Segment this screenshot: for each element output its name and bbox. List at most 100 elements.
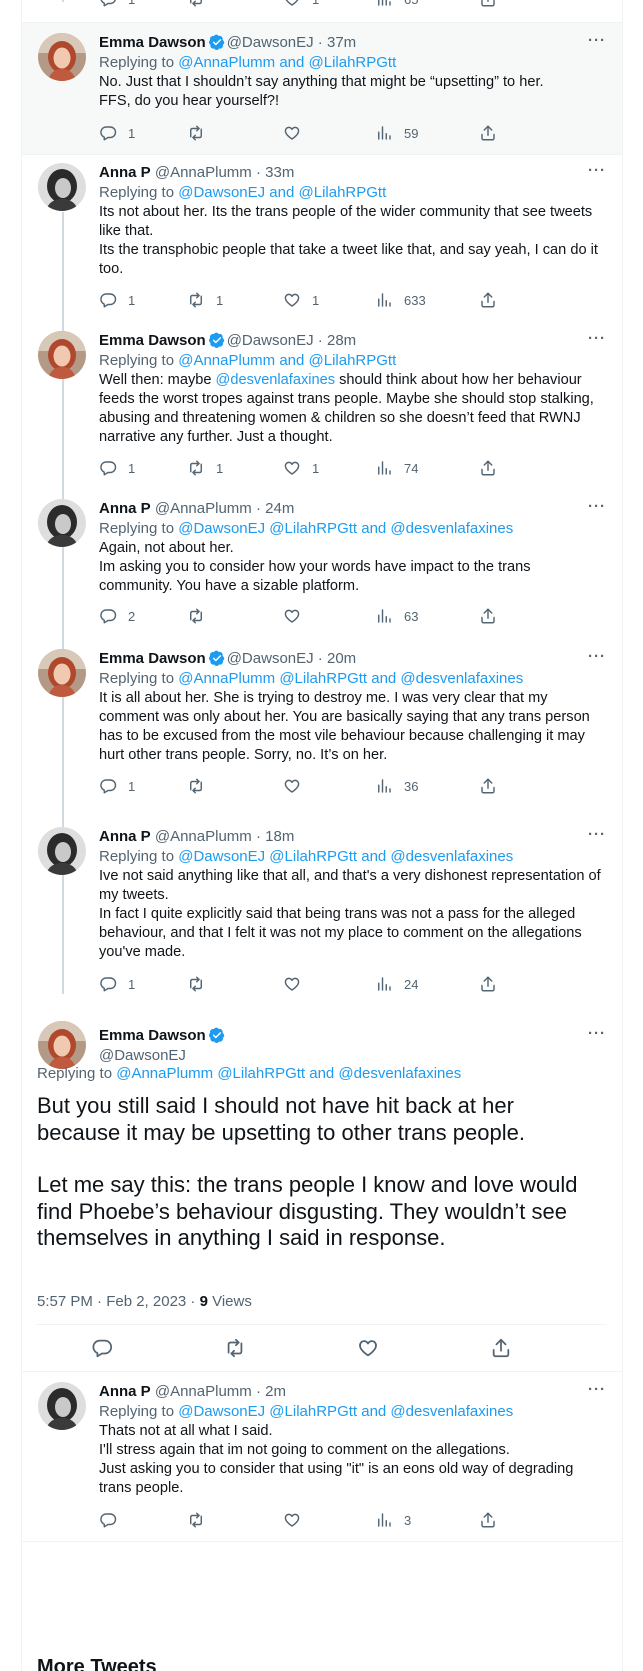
avatar[interactable]: [38, 163, 86, 211]
retweet-button[interactable]: [187, 1509, 205, 1531]
more-options-icon[interactable]: ···: [586, 31, 608, 51]
retweet-button[interactable]: 1: [187, 289, 223, 311]
retweet-button[interactable]: [187, 122, 216, 144]
display-name[interactable]: Emma Dawson: [99, 650, 206, 667]
more-options-icon[interactable]: ···: [586, 497, 608, 517]
share-button[interactable]: [479, 775, 497, 797]
reply-mentions-link[interactable]: @DawsonEJ @LilahRPGtt and @desvenlafaxin…: [178, 848, 513, 865]
handle[interactable]: @DawsonEJ: [99, 1047, 186, 1064]
reply-mentions-link[interactable]: @AnnaPlumm @LilahRPGtt and @desvenlafaxi…: [116, 1065, 461, 1082]
views-button[interactable]: 24: [375, 973, 418, 995]
share-button[interactable]: [479, 122, 497, 144]
like-button[interactable]: [283, 775, 312, 797]
tweet[interactable]: Anna P @AnnaPlumm · 24m ··· Replying to …: [22, 491, 622, 639]
retweet-button[interactable]: [224, 1337, 246, 1364]
reply-button[interactable]: 1: [99, 775, 135, 797]
handle[interactable]: @AnnaPlumm: [155, 500, 252, 517]
reply-button[interactable]: 2: [99, 605, 135, 627]
views-button[interactable]: 36: [375, 775, 418, 797]
views-button[interactable]: 65: [375, 0, 418, 10]
share-button[interactable]: [490, 1337, 512, 1364]
timestamp[interactable]: 18m: [265, 828, 294, 845]
reply-mentions-link[interactable]: @DawsonEJ @LilahRPGtt and @desvenlafaxin…: [178, 1403, 513, 1420]
tweet[interactable]: Anna P @AnnaPlumm · 2m ··· Replying to @…: [22, 1372, 622, 1540]
handle[interactable]: @DawsonEJ: [227, 34, 314, 51]
reply-button[interactable]: 1: [99, 0, 135, 10]
reply-mentions-link[interactable]: @DawsonEJ and @LilahRPGtt: [178, 184, 386, 201]
handle[interactable]: @AnnaPlumm: [155, 828, 252, 845]
like-button[interactable]: [357, 1337, 379, 1364]
reply-button[interactable]: [99, 1509, 117, 1531]
display-name[interactable]: Emma Dawson: [99, 1027, 206, 1044]
share-button[interactable]: [479, 289, 497, 311]
share-button[interactable]: [479, 457, 497, 479]
retweet-button[interactable]: [187, 605, 216, 627]
display-name[interactable]: Anna P: [99, 164, 151, 181]
like-button[interactable]: 1: [283, 0, 319, 10]
tweet[interactable]: Anna P @AnnaPlumm · 18m ··· Replying to …: [22, 819, 622, 1019]
share-button[interactable]: [479, 605, 497, 627]
like-button[interactable]: [283, 1509, 301, 1531]
like-button[interactable]: 1: [283, 289, 319, 311]
views-button[interactable]: 63: [375, 605, 418, 627]
views-button[interactable]: 59: [375, 122, 418, 144]
handle[interactable]: @DawsonEJ: [227, 332, 314, 349]
reply-mentions-link[interactable]: @AnnaPlumm and @LilahRPGtt: [178, 54, 396, 71]
handle[interactable]: @AnnaPlumm: [155, 164, 252, 181]
views-button[interactable]: 3: [375, 1509, 411, 1531]
more-options-icon[interactable]: ···: [586, 647, 608, 667]
views-button[interactable]: 633: [375, 289, 426, 311]
reply-button[interactable]: 1: [99, 973, 135, 995]
like-button[interactable]: [283, 973, 312, 995]
timestamp[interactable]: 20m: [327, 650, 356, 667]
display-name[interactable]: Anna P: [99, 1383, 151, 1400]
reply-mentions-link[interactable]: @AnnaPlumm and @LilahRPGtt: [178, 352, 396, 369]
avatar[interactable]: [38, 1382, 86, 1430]
tweet[interactable]: Anna P @AnnaPlumm · 33m ··· Replying to …: [22, 155, 622, 321]
tweet[interactable]: Emma Dawson @DawsonEJ · 20m ··· Replying …: [22, 641, 622, 819]
views-button[interactable]: 74: [375, 457, 418, 479]
timestamp[interactable]: 28m: [327, 332, 356, 349]
reply-button[interactable]: 1: [99, 457, 135, 479]
avatar[interactable]: [38, 331, 86, 379]
like-button[interactable]: [283, 122, 312, 144]
share-button[interactable]: [479, 1509, 497, 1531]
retweet-button[interactable]: [187, 0, 205, 10]
reply-button[interactable]: 1: [99, 289, 135, 311]
timestamp[interactable]: 24m: [265, 500, 294, 517]
reply-mentions-link[interactable]: @DawsonEJ @LilahRPGtt and @desvenlafaxin…: [178, 520, 513, 537]
timestamp[interactable]: 33m: [265, 164, 294, 181]
tweet[interactable]: Emma Dawson @DawsonEJ · 28m ··· Replying …: [22, 323, 622, 489]
tweet[interactable]: Emma Dawson @DawsonEJ · 37m ··· Replying …: [22, 23, 622, 154]
retweet-button[interactable]: [187, 973, 216, 995]
like-button[interactable]: 1: [283, 457, 319, 479]
display-name[interactable]: Anna P: [99, 500, 151, 517]
like-button[interactable]: [283, 605, 312, 627]
reply-button[interactable]: [91, 1337, 113, 1364]
retweet-button[interactable]: [187, 775, 216, 797]
avatar[interactable]: [38, 649, 86, 697]
timestamp[interactable]: 2m: [265, 1383, 286, 1400]
share-button[interactable]: [479, 0, 497, 10]
mention-link[interactable]: @desvenlafaxines: [216, 372, 335, 388]
reply-mentions-link[interactable]: @AnnaPlumm @LilahRPGtt and @desvenlafaxi…: [178, 670, 523, 687]
more-options-icon[interactable]: ···: [586, 825, 608, 845]
handle[interactable]: @AnnaPlumm: [155, 1383, 252, 1400]
display-name[interactable]: Emma Dawson: [99, 332, 206, 349]
timestamp[interactable]: 5:57 PM · Feb 2, 2023 ·: [37, 1293, 200, 1310]
avatar[interactable]: [38, 499, 86, 547]
avatar[interactable]: [38, 1021, 86, 1069]
handle[interactable]: @DawsonEJ: [227, 650, 314, 667]
avatar[interactable]: [38, 827, 86, 875]
more-options-icon[interactable]: ···: [586, 161, 608, 181]
reply-button[interactable]: 1: [99, 122, 135, 144]
more-options-icon[interactable]: ···: [586, 1024, 608, 1044]
retweet-button[interactable]: 1: [187, 457, 223, 479]
timestamp[interactable]: 37m: [327, 34, 356, 51]
display-name[interactable]: Anna P: [99, 828, 151, 845]
avatar[interactable]: [38, 33, 86, 81]
more-options-icon[interactable]: ···: [586, 1380, 608, 1400]
more-options-icon[interactable]: ···: [586, 329, 608, 349]
share-button[interactable]: [479, 973, 497, 995]
display-name[interactable]: Emma Dawson: [99, 34, 206, 51]
